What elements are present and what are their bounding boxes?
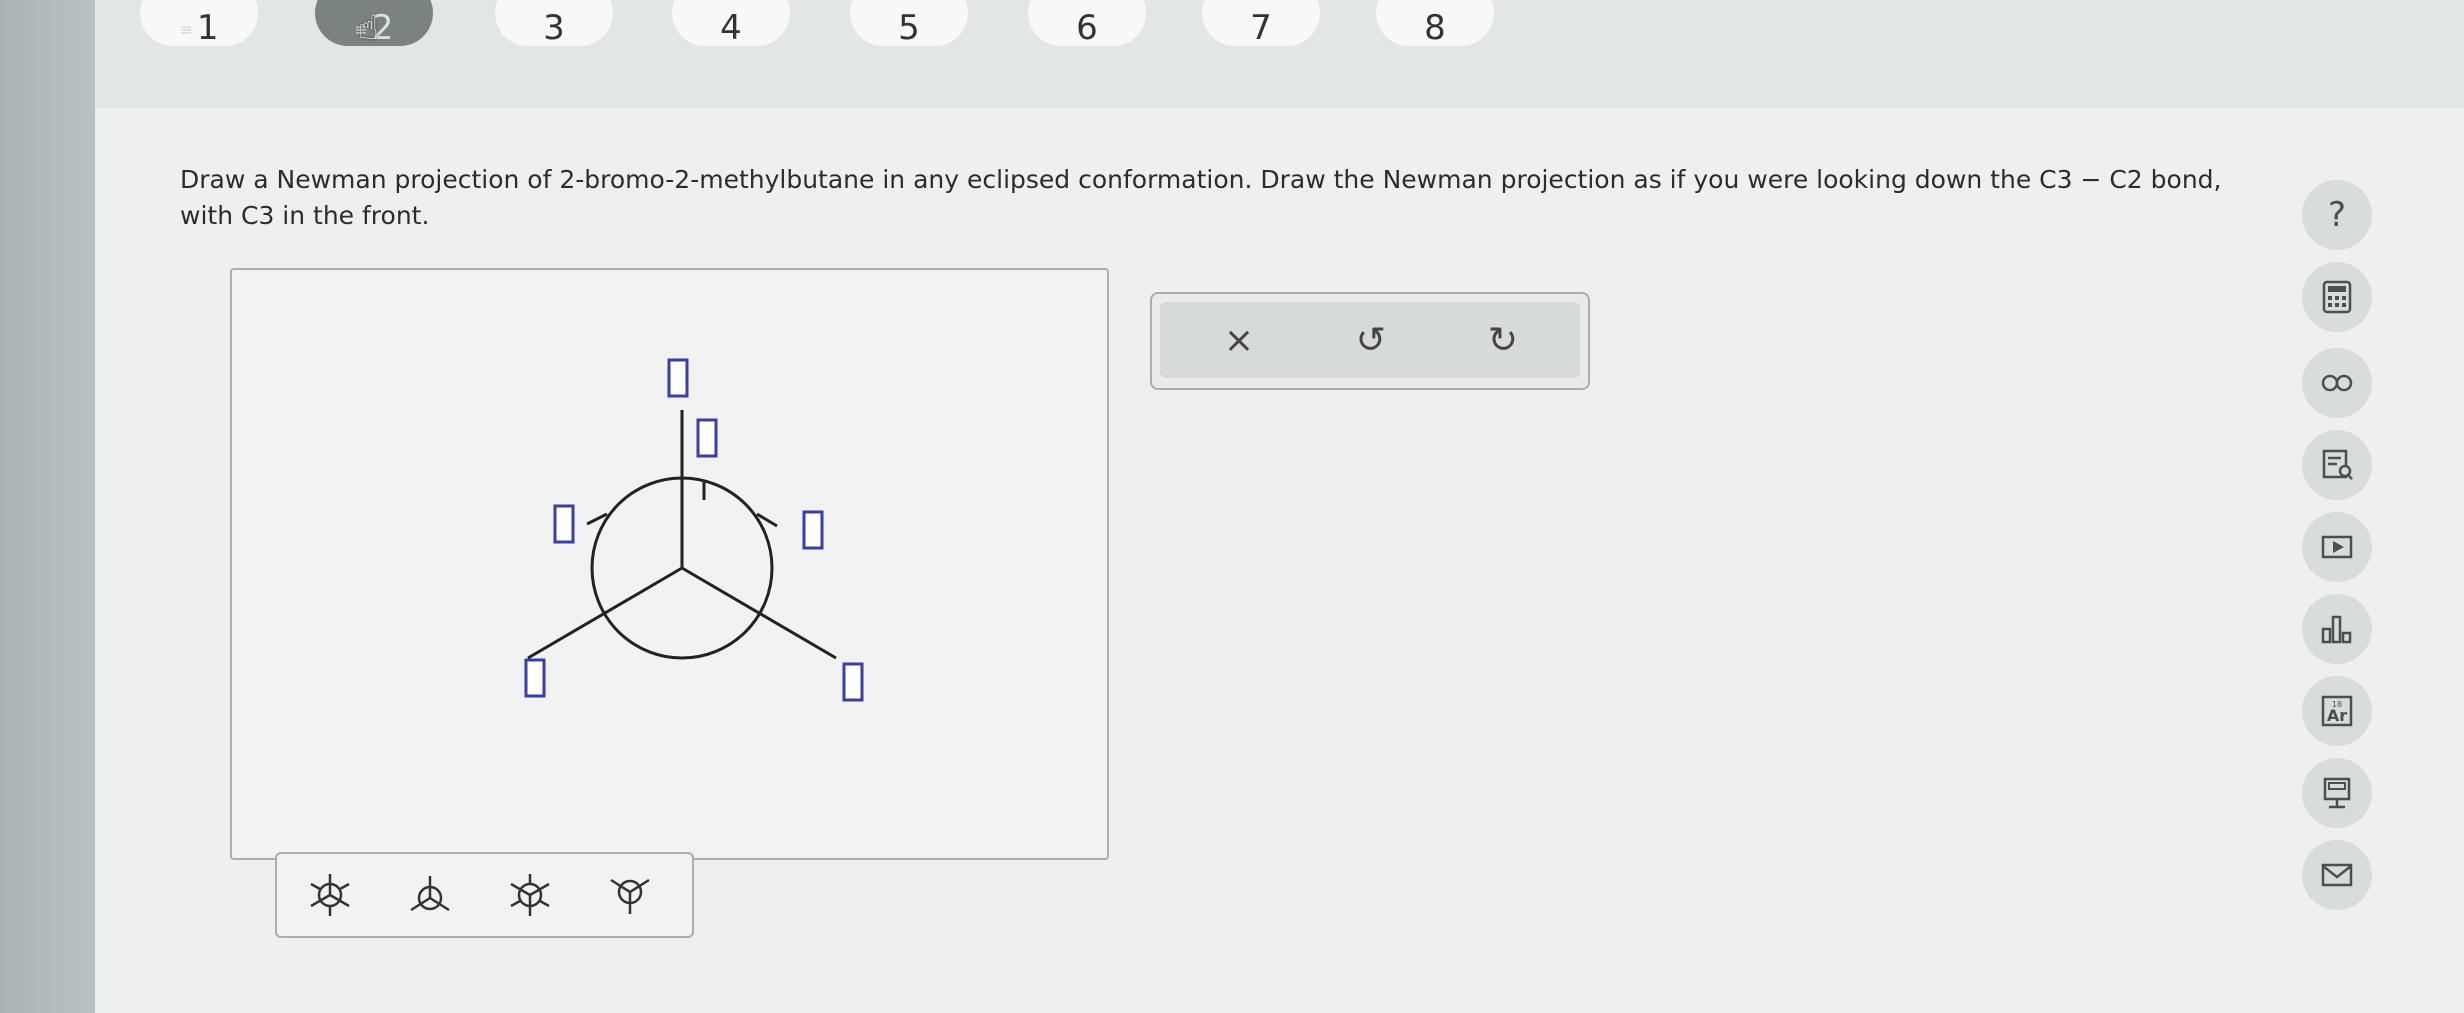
list-icon: ≡: [179, 19, 193, 39]
question-8-button[interactable]: 8: [1376, 0, 1494, 48]
front-bond-lower-left: [527, 566, 683, 660]
tools-sidebar: ? Ar 18: [2290, 180, 2410, 910]
question-6-button[interactable]: 6: [1028, 0, 1146, 48]
chart-button[interactable]: [2302, 594, 2372, 664]
staggered-newman-template-icon[interactable]: [303, 868, 357, 922]
help-button[interactable]: ?: [2302, 180, 2372, 250]
infinity-icon: [2321, 374, 2353, 392]
mail-button[interactable]: [2302, 840, 2372, 910]
tools-icon: [2323, 777, 2351, 809]
undo-button[interactable]: ↺: [1348, 318, 1394, 364]
question-prompt: Draw a Newman projection of 2-bromo-2-me…: [180, 165, 2222, 230]
calculator-icon: [2322, 280, 2352, 314]
question-7-button[interactable]: 7: [1202, 0, 1320, 48]
chart-icon: [2321, 615, 2352, 644]
back-top-substituent-box: [696, 418, 718, 458]
infinity-button[interactable]: [2302, 348, 2372, 418]
video-icon: [2321, 535, 2353, 559]
question-3-button[interactable]: 3: [495, 0, 613, 48]
back-left-substituent-box: [553, 504, 575, 544]
calculator-button[interactable]: [2302, 262, 2372, 332]
edit-toolbar-inner: × ↺ ↻: [1160, 302, 1580, 378]
front-top-substituent-box: [667, 358, 689, 398]
svg-text:18: 18: [2332, 700, 2342, 709]
redo-button[interactable]: ↻: [1480, 318, 1526, 364]
video-button[interactable]: [2302, 512, 2372, 582]
front-right-substituent-box: [842, 662, 864, 702]
periodic-table-button[interactable]: Ar 18: [2302, 676, 2372, 746]
periodic-table-icon: Ar 18: [2321, 695, 2353, 727]
question-5-button[interactable]: 5: [850, 0, 968, 48]
edit-toolbar: × ↺ ↻: [1150, 292, 1590, 390]
staggered-newman-template-alt-icon[interactable]: [503, 868, 557, 922]
front-left-substituent-box: [524, 658, 546, 698]
mail-icon: [2321, 863, 2353, 887]
question-1-button[interactable]: ≡ 1: [140, 0, 258, 48]
newman-template-palette: [275, 852, 694, 938]
hand-cursor-icon: ☝: [358, 8, 379, 48]
front-bond-lower-right: [681, 566, 837, 660]
newman-projection: [524, 358, 864, 702]
eclipsed-newman-template-icon[interactable]: [403, 868, 457, 922]
lookup-button[interactable]: [2302, 430, 2372, 500]
tools-button[interactable]: [2302, 758, 2372, 828]
drawing-canvas[interactable]: [230, 268, 1109, 860]
lookup-icon: [2322, 449, 2353, 480]
back-right-substituent-box: [802, 510, 824, 550]
question-4-button[interactable]: 4: [672, 0, 790, 48]
clear-button[interactable]: ×: [1216, 318, 1262, 364]
eclipsed-newman-template-alt-icon[interactable]: [603, 868, 657, 922]
